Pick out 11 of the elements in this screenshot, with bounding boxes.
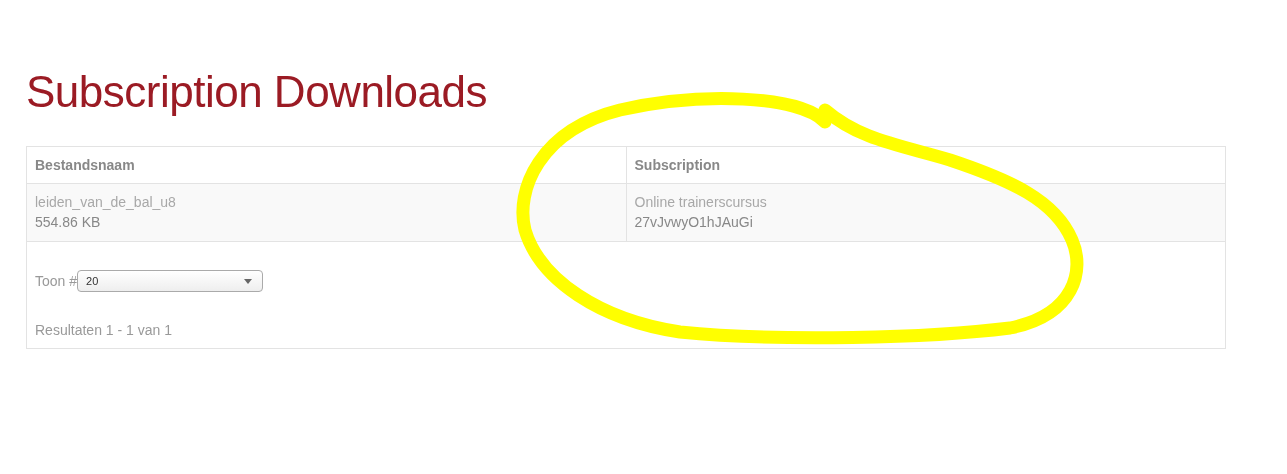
page-size-select[interactable]: 20: [77, 270, 264, 292]
file-link[interactable]: leiden_van_de_bal_u8: [35, 192, 176, 212]
column-header: Subscription: [626, 147, 1225, 184]
page-size-label: Toon #: [35, 273, 78, 289]
column-header: Bestandsnaam: [27, 147, 626, 184]
page-title: Subscription Downloads: [26, 66, 489, 118]
cell-text: 554.86 KB: [35, 213, 101, 232]
cell-text: 27vJvwyO1hJAuGi: [634, 213, 753, 232]
caret-icon: [244, 278, 253, 284]
file-link[interactable]: Online trainerscursus: [634, 192, 767, 212]
results-text: Resultaten 1 - 1 van 1: [35, 322, 173, 338]
